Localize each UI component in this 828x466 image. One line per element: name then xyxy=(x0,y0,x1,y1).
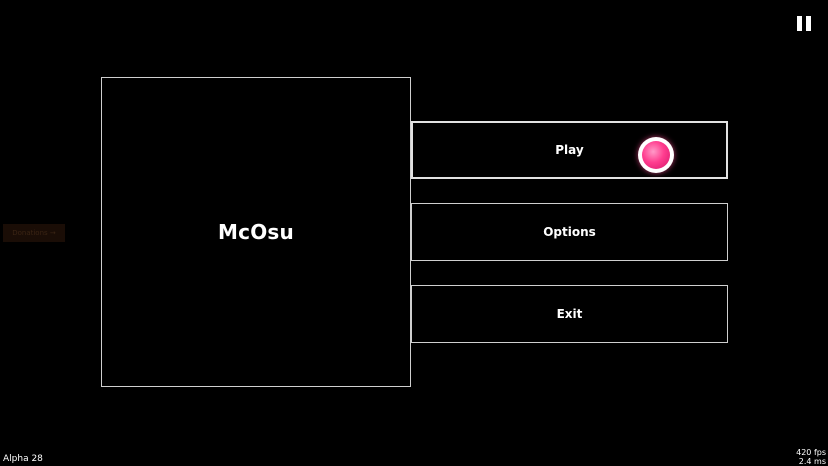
options-button[interactable]: Options xyxy=(411,203,728,261)
cursor-icon xyxy=(638,137,674,173)
exit-button-label: Exit xyxy=(556,307,583,321)
logo-box[interactable]: McOsu xyxy=(101,77,411,387)
main-menu-screen: McOsu Play Options Exit Donations → Alph… xyxy=(0,0,828,466)
pause-bar-left xyxy=(797,16,802,31)
exit-button[interactable]: Exit xyxy=(411,285,728,343)
pause-icon[interactable] xyxy=(797,16,811,31)
donations-button-label: Donations → xyxy=(12,229,56,237)
fps-counter: 420 fps xyxy=(796,448,826,457)
version-label: Alpha 28 xyxy=(3,454,43,464)
cursor-inner xyxy=(642,141,670,169)
play-button[interactable]: Play xyxy=(411,121,728,179)
performance-readout: 420 fps 2.4 ms xyxy=(796,448,826,466)
app-title: McOsu xyxy=(218,220,294,244)
pause-bar-right xyxy=(806,16,811,31)
options-button-label: Options xyxy=(543,225,596,239)
play-button-label: Play xyxy=(555,143,584,157)
frame-time: 2.4 ms xyxy=(798,457,826,466)
donations-button[interactable]: Donations → xyxy=(3,224,65,242)
